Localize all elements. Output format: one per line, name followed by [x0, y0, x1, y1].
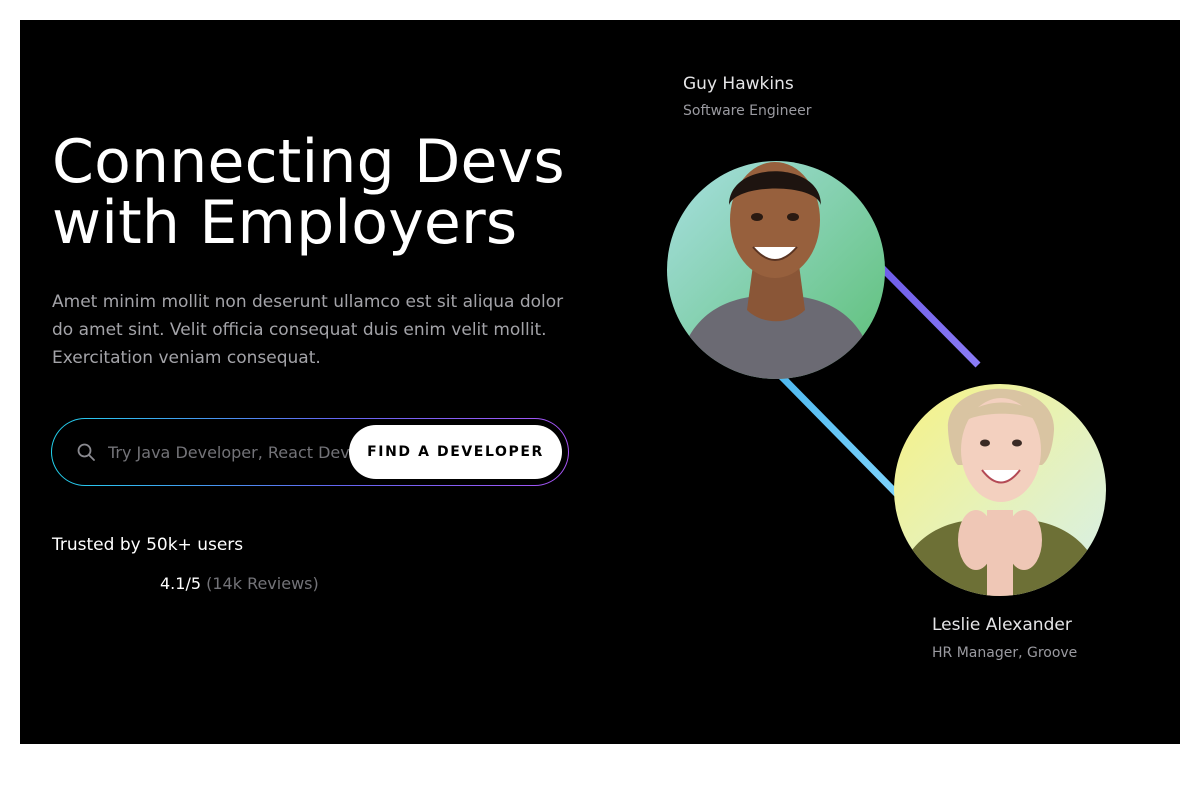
connector-purple: [879, 265, 981, 368]
avatar-guy-hawkins: [667, 161, 885, 379]
profile-name-2: Leslie Alexander: [932, 615, 1072, 635]
hero-section: Connecting Devs with Employers Amet mini…: [20, 20, 1180, 744]
profile-role-2: HR Manager, Groove: [932, 645, 1078, 661]
profile-role-1: Software Engineer: [683, 103, 812, 119]
profile-name-1: Guy Hawkins: [683, 74, 794, 94]
avatar-leslie-alexander: [894, 384, 1106, 596]
connector-blue: [777, 372, 901, 498]
